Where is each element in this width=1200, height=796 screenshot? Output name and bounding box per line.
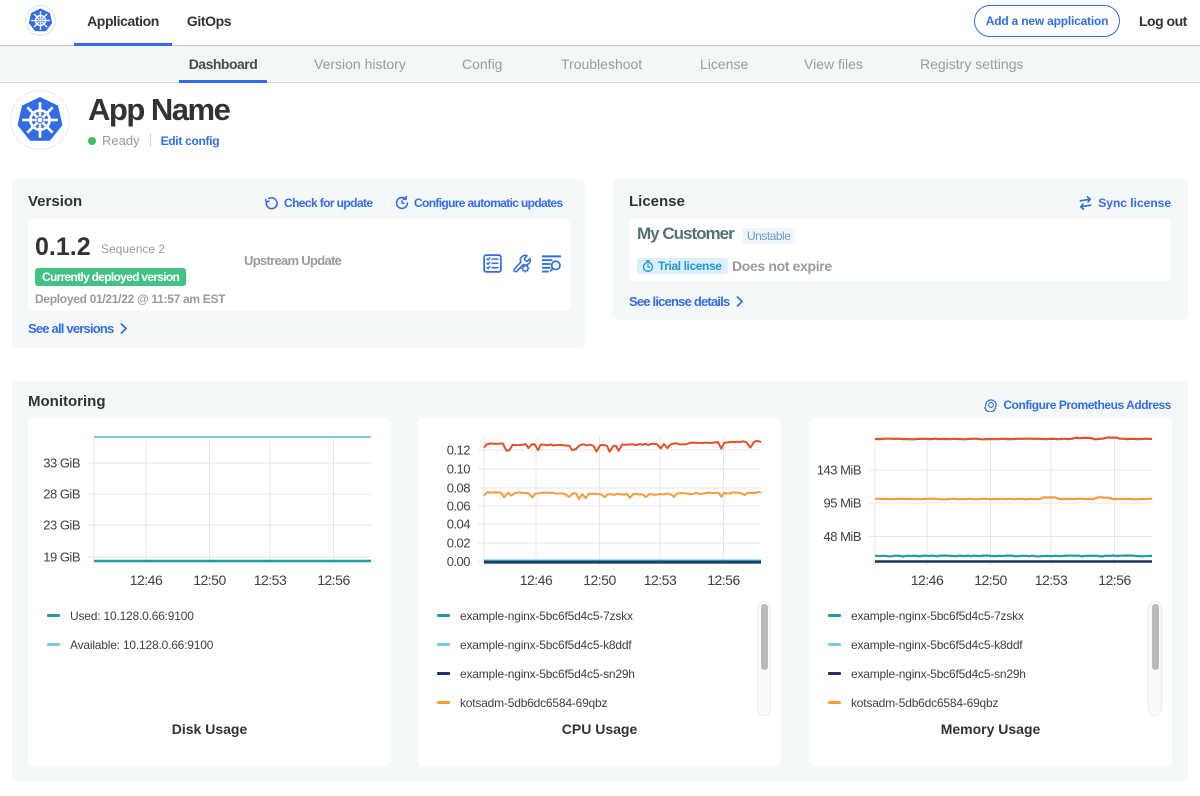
svg-text:19 GiB: 19 GiB [43,550,80,565]
svg-text:12:46: 12:46 [130,572,163,588]
svg-text:23 GiB: 23 GiB [43,518,80,533]
svg-text:12:56: 12:56 [317,572,350,588]
svg-text:48 MiB: 48 MiB [824,529,861,544]
svg-text:12:46: 12:46 [911,572,944,588]
svg-text:12:53: 12:53 [644,572,677,588]
svg-text:0.12: 0.12 [447,443,471,458]
svg-text:143 MiB: 143 MiB [817,463,861,478]
svg-text:0.00: 0.00 [447,554,471,569]
svg-text:12:56: 12:56 [1098,572,1131,588]
svg-text:95 MiB: 95 MiB [824,496,861,511]
svg-text:0.08: 0.08 [447,481,471,496]
svg-text:0.04: 0.04 [447,517,471,532]
svg-text:12:53: 12:53 [1035,572,1068,588]
svg-text:12:53: 12:53 [254,572,287,588]
svg-text:12:50: 12:50 [974,572,1007,588]
svg-text:28 GiB: 28 GiB [43,487,80,502]
svg-text:33 GiB: 33 GiB [43,456,80,471]
svg-text:12:50: 12:50 [583,572,616,588]
svg-text:12:46: 12:46 [520,572,553,588]
svg-text:0.06: 0.06 [447,499,471,514]
svg-text:12:56: 12:56 [707,572,740,588]
svg-text:0.10: 0.10 [447,462,471,477]
svg-text:12:50: 12:50 [193,572,226,588]
svg-text:0.02: 0.02 [447,536,471,551]
